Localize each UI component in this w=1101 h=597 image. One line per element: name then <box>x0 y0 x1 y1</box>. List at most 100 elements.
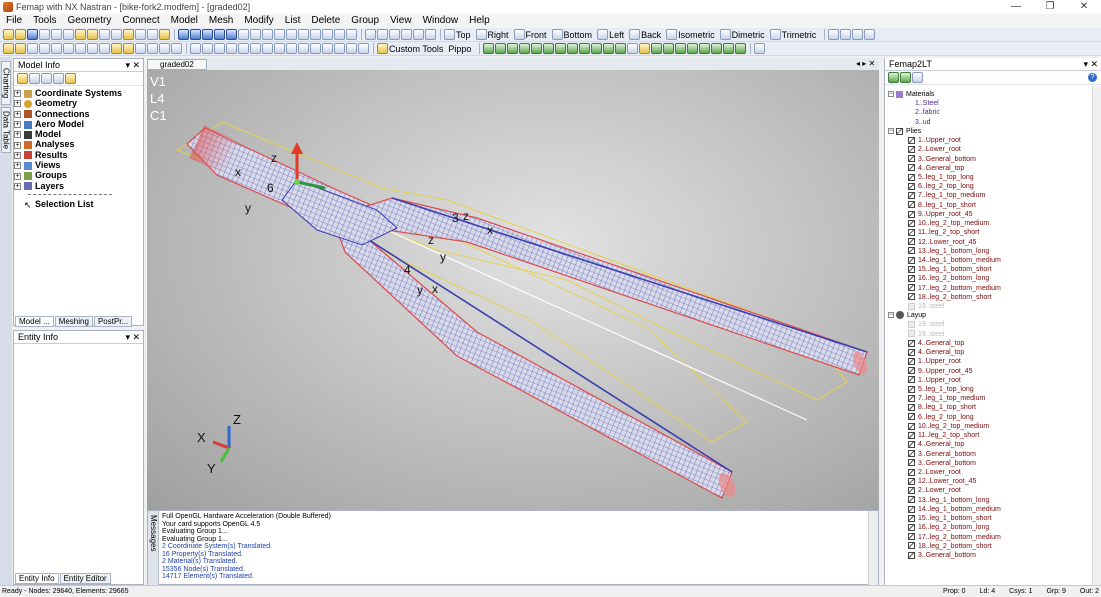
menu-help[interactable]: Help <box>469 14 490 28</box>
tree-item-coordinate-systems[interactable]: + Coordinate Systems <box>14 88 143 98</box>
undo-icon[interactable] <box>75 29 86 40</box>
graphics-viewport[interactable]: Z X Y z x 6 y 3 z x z y 4 y x V1 L4 C1 <box>147 70 879 510</box>
tree-leaf-item[interactable]: 1..Upper_root <box>888 376 1091 385</box>
tree-item-connections[interactable]: + Connections <box>14 109 143 119</box>
snap-icon[interactable] <box>190 43 201 54</box>
window-zoom-icon[interactable] <box>322 29 333 40</box>
tree-leaf-item[interactable]: 1..Steel <box>888 99 1091 108</box>
tree-leaf-item[interactable]: 12..Lower_root_45 <box>888 477 1091 486</box>
tree-node-layup[interactable]: − Layup <box>888 311 1091 320</box>
view-back-button[interactable]: Back <box>641 28 661 42</box>
layout-icon[interactable] <box>123 29 134 40</box>
expand-icon[interactable]: + <box>14 141 21 149</box>
copy-icon[interactable] <box>51 29 62 40</box>
collapse-icon[interactable]: − <box>888 91 894 98</box>
tree-leaf-item[interactable]: 16..leg_2_bottom_long <box>888 274 1091 283</box>
tree-leaf-item[interactable]: 4..General_top <box>888 164 1091 173</box>
snap-6-icon[interactable] <box>250 43 261 54</box>
tree-leaf-item[interactable]: 14..leg_1_bottom_medium <box>888 256 1091 265</box>
green-tool-20-icon[interactable] <box>735 43 747 54</box>
expand-icon[interactable]: + <box>14 172 21 180</box>
tree-leaf-item[interactable]: 11..leg_2_top_short <box>888 228 1091 237</box>
tree-node-materials[interactable]: − Materials <box>888 90 1091 99</box>
tab-model-info[interactable]: Model ... <box>15 316 54 327</box>
menu-modify[interactable]: Modify <box>244 14 273 28</box>
green-tool-14-icon[interactable] <box>663 43 675 54</box>
green-tool-15-icon[interactable] <box>675 43 687 54</box>
tab-meshing[interactable]: Meshing <box>54 316 93 327</box>
tree-leaf-item[interactable]: 3..ud <box>888 118 1091 127</box>
picture-icon[interactable] <box>111 29 122 40</box>
restore-button[interactable]: ❐ <box>1033 0 1067 14</box>
autoscale-icon[interactable] <box>286 29 297 40</box>
tree-leaf-item[interactable]: 7..leg_1_top_medium <box>888 394 1091 403</box>
tree-options-icon[interactable] <box>900 72 911 83</box>
menu-file[interactable]: File <box>6 14 22 28</box>
expand-icon[interactable]: + <box>14 151 21 159</box>
tree-leaf-item[interactable]: 8..leg_1_top_short <box>888 403 1091 412</box>
new-entity-icon[interactable] <box>17 73 28 84</box>
snap-8-icon[interactable] <box>274 43 285 54</box>
green-tool-6-icon[interactable] <box>543 43 555 54</box>
tree-leaf-item[interactable]: 18..leg_2_bottom_short <box>888 293 1091 302</box>
view-right-button[interactable]: Right <box>488 28 509 42</box>
tree-leaf-item[interactable]: 2..Lower_root <box>888 468 1091 477</box>
expand-icon[interactable]: + <box>14 100 21 108</box>
tool-5-icon[interactable] <box>159 43 170 54</box>
menu-geometry[interactable]: Geometry <box>67 14 111 28</box>
view-bottom-icon[interactable] <box>551 29 563 40</box>
tree-leaf-item[interactable]: 2..Lower_root <box>888 486 1091 495</box>
expand-icon[interactable]: + <box>14 131 21 139</box>
collapse-icon[interactable]: − <box>888 128 894 135</box>
cut-icon[interactable] <box>39 29 50 40</box>
custom-tools-icon[interactable] <box>377 43 388 54</box>
tree-leaf-item[interactable]: 17..leg_2_bottom_medium <box>888 533 1091 542</box>
zoom-out-icon[interactable] <box>310 29 321 40</box>
expand-icon[interactable]: + <box>14 182 21 190</box>
view-dimetric-button[interactable]: Dimetric <box>732 28 765 42</box>
tree-leaf-item[interactable]: 1..Upper_root <box>888 357 1091 366</box>
snap-10-icon[interactable] <box>298 43 309 54</box>
paste-icon[interactable] <box>63 29 74 40</box>
femap2lt-scrollbar[interactable] <box>1092 86 1101 585</box>
print-icon[interactable] <box>99 29 110 40</box>
view-isometric-icon[interactable] <box>666 29 678 40</box>
tree-leaf-item[interactable]: 3..General_bottom <box>888 450 1091 459</box>
charting-tab[interactable]: Charting <box>1 61 11 105</box>
view-bottom-button[interactable]: Bottom <box>564 28 593 42</box>
green-tool-16-icon[interactable] <box>687 43 699 54</box>
view-top-button[interactable]: Top <box>456 28 471 42</box>
tree-node-plies[interactable]: − Plies <box>888 127 1091 136</box>
mesh-icon[interactable] <box>27 43 38 54</box>
tree-leaf-item[interactable]: 5..leg_1_top_long <box>888 385 1091 394</box>
green-tool-8-icon[interactable] <box>567 43 579 54</box>
snap-3-icon[interactable] <box>214 43 225 54</box>
view-left-icon[interactable] <box>597 29 609 40</box>
mesh-4-icon[interactable] <box>63 43 74 54</box>
pippo-button[interactable]: Pippo <box>448 42 471 56</box>
menu-group[interactable]: Group <box>351 14 379 28</box>
green-tool-13-icon[interactable] <box>651 43 663 54</box>
tree-item-analyses[interactable]: + Analyses <box>14 139 143 149</box>
expand-icon[interactable]: + <box>14 110 21 118</box>
grid-icon[interactable] <box>334 29 345 40</box>
tree-leaf-item[interactable]: 11..leg_2_top_short <box>888 431 1091 440</box>
mesh-6-icon[interactable] <box>87 43 98 54</box>
tab-postprocessing[interactable]: PostPr... <box>93 316 133 327</box>
new-file-icon[interactable] <box>3 29 14 40</box>
green-tool-5-icon[interactable] <box>531 43 543 54</box>
expand-icon[interactable]: + <box>14 121 21 129</box>
pan-icon[interactable] <box>238 29 249 40</box>
tree-leaf-item[interactable]: 12..Lower_root_45 <box>888 238 1091 247</box>
tree-leaf-item[interactable]: 4..General_top <box>888 348 1091 357</box>
tree-leaf-item[interactable]: 9..Upper_root_45 <box>888 210 1091 219</box>
table-icon[interactable] <box>912 72 923 83</box>
tree-leaf-item[interactable]: 16..leg_2_bottom_long <box>888 523 1091 532</box>
render-icon[interactable] <box>828 29 840 40</box>
expand-icon[interactable]: + <box>14 162 21 170</box>
refresh-icon[interactable] <box>888 72 899 83</box>
tree-leaf-item[interactable]: 3..General_bottom <box>888 155 1091 164</box>
distribute-icon[interactable] <box>377 29 388 40</box>
redo-icon[interactable] <box>87 29 98 40</box>
view-right-icon[interactable] <box>475 29 487 40</box>
